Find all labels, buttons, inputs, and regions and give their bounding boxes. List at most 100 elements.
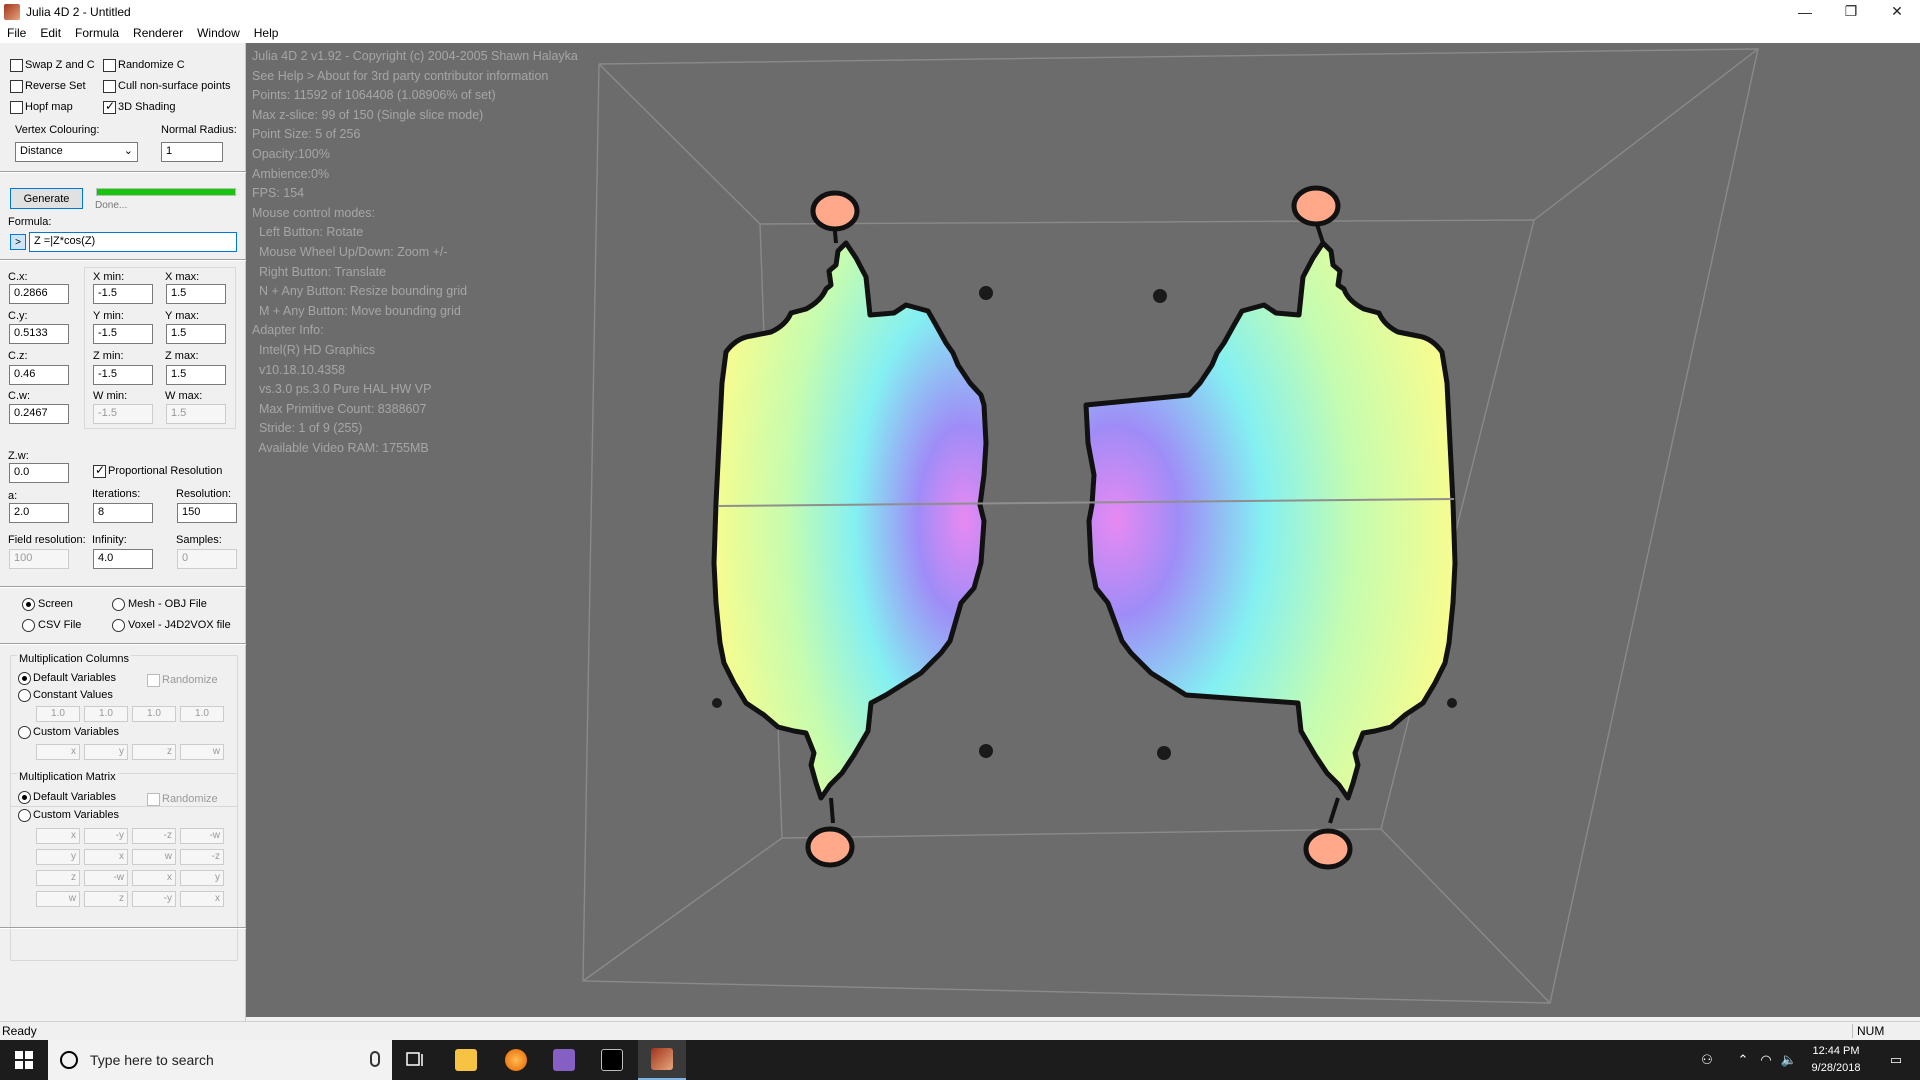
windows-logo-icon	[15, 1051, 33, 1069]
columns-constant-radio[interactable]	[18, 689, 31, 702]
menu-edit[interactable]: Edit	[33, 26, 68, 40]
normal-radius-label: Normal Radius:	[161, 124, 237, 136]
columns-randomize-label: Randomize	[162, 674, 218, 686]
wmax-label: W max:	[165, 390, 203, 402]
output-screen-radio[interactable]	[22, 598, 35, 611]
shading-3d-checkbox[interactable]	[103, 99, 116, 114]
a-input[interactable]: 2.0	[9, 503, 69, 523]
columns-default-radio[interactable]	[18, 672, 31, 685]
hopf-map-checkbox[interactable]	[10, 101, 23, 114]
restore-button[interactable]: ❐	[1828, 0, 1874, 23]
menu-window[interactable]: Window	[190, 26, 247, 40]
taskbar-file-explorer[interactable]	[442, 1040, 490, 1080]
matrix-cell: y	[180, 870, 224, 886]
columns-custom-radio[interactable]	[18, 726, 31, 739]
swap-z-c-label: Swap Z and C	[25, 59, 95, 71]
output-voxel-radio[interactable]	[112, 619, 125, 632]
resolution-input[interactable]: 150	[177, 503, 237, 523]
iterations-input[interactable]: 8	[93, 503, 153, 523]
notifications-icon[interactable]: ▭	[1876, 1040, 1916, 1080]
taskbar-julia4d[interactable]	[638, 1040, 686, 1080]
matrix-custom-label: Custom Variables	[33, 809, 119, 821]
divider	[0, 259, 246, 261]
xmin-input[interactable]: -1.5	[93, 284, 153, 304]
overlay-line: FPS: 154	[252, 186, 305, 201]
randomize-c-checkbox[interactable]	[103, 59, 116, 72]
zmin-input[interactable]: -1.5	[93, 365, 153, 385]
taskbar-visual-studio[interactable]	[540, 1040, 588, 1080]
taskbar-terminal[interactable]	[588, 1040, 636, 1080]
taskbar-search-box[interactable]: Type here to search	[48, 1040, 392, 1080]
proportional-resolution-checkbox[interactable]	[93, 463, 106, 478]
ymax-label: Y max:	[165, 310, 200, 322]
infinity-label: Infinity:	[92, 534, 127, 546]
menu-file[interactable]: File	[0, 26, 33, 40]
cz-label: C.z:	[8, 350, 28, 362]
matrix-cell: w	[132, 849, 176, 865]
render-viewport[interactable]: Julia 4D 2 v1.92 - Copyright (c) 2004-20…	[246, 43, 1920, 1017]
columns-default-label: Default Variables	[33, 672, 116, 684]
status-text: Ready	[2, 1024, 37, 1038]
iterations-label: Iterations:	[92, 488, 141, 500]
output-mesh-radio[interactable]	[112, 598, 125, 611]
formula-input[interactable]: Z =|Z*cos(Z)	[29, 232, 237, 252]
columns-constant-label: Constant Values	[33, 689, 113, 701]
cy-input[interactable]: 0.5133	[9, 324, 69, 344]
clock[interactable]: 12:44 PM 9/28/2018	[1800, 1043, 1872, 1077]
matrix-cell: z	[36, 870, 80, 886]
output-csv-radio[interactable]	[22, 619, 35, 632]
generate-button[interactable]: Generate	[10, 188, 83, 209]
xmax-input[interactable]: 1.5	[166, 284, 226, 304]
vertex-colouring-select[interactable]: Distance ⌄	[15, 142, 138, 162]
julia4d-app-icon	[651, 1048, 673, 1070]
columns-randomize-checkbox	[147, 674, 160, 687]
reverse-set-checkbox[interactable]	[10, 80, 23, 93]
matrix-default-radio[interactable]	[18, 791, 31, 804]
overlay-line: Adapter Info:	[252, 323, 324, 338]
matrix-custom-radio[interactable]	[18, 809, 31, 822]
cw-input[interactable]: 0.2467	[9, 404, 69, 424]
cz-input[interactable]: 0.46	[9, 365, 69, 385]
terminal-icon	[601, 1049, 623, 1071]
volume-icon[interactable]: 🔈	[1778, 1040, 1800, 1080]
infinity-input[interactable]: 4.0	[93, 549, 153, 569]
reverse-set-label: Reverse Set	[25, 80, 86, 92]
matrix-cell: x	[36, 828, 80, 844]
network-icon[interactable]: ◠	[1755, 1040, 1777, 1080]
minimize-button[interactable]: —	[1782, 0, 1828, 23]
overlay-line: Left Button: Rotate	[252, 225, 364, 240]
start-button[interactable]	[0, 1040, 48, 1080]
xmax-label: X max:	[165, 271, 200, 283]
chevron-up-icon[interactable]: ⌃	[1733, 1040, 1753, 1080]
normal-radius-input[interactable]: 1	[161, 142, 223, 162]
swap-z-c-checkbox[interactable]	[10, 59, 23, 72]
task-view-button[interactable]	[392, 1040, 440, 1080]
overlay-line: Ambience:0%	[252, 166, 330, 181]
ymin-input[interactable]: -1.5	[93, 324, 153, 344]
zw-input[interactable]: 0.0	[9, 463, 69, 483]
overlay-line: Intel(R) HD Graphics	[252, 342, 375, 357]
zmax-input[interactable]: 1.5	[166, 365, 226, 385]
status-bar: Ready NUM	[0, 1021, 1920, 1040]
overlay-line: Available Video RAM: 1755MB	[252, 440, 429, 455]
output-csv-label: CSV File	[38, 619, 82, 631]
vertex-colouring-label: Vertex Colouring:	[15, 124, 100, 136]
columns-constant-4: 1.0	[180, 706, 224, 722]
people-icon[interactable]: ⚇	[1693, 1040, 1721, 1080]
matrix-cell: -w	[180, 828, 224, 844]
columns-custom-label: Custom Variables	[33, 726, 119, 738]
menu-help[interactable]: Help	[247, 26, 286, 40]
microphone-icon[interactable]	[370, 1051, 380, 1067]
cx-input[interactable]: 0.2866	[9, 284, 69, 304]
menu-formula[interactable]: Formula	[68, 26, 126, 40]
ymax-input[interactable]: 1.5	[166, 324, 226, 344]
menu-bar: File Edit Formula Renderer Window Help	[0, 23, 1920, 43]
taskbar-firefox[interactable]	[492, 1040, 540, 1080]
overlay-line: Max Primitive Count: 8388607	[252, 401, 427, 416]
menu-renderer[interactable]: Renderer	[126, 26, 190, 40]
formula-toggle-button[interactable]: >	[10, 234, 26, 250]
cull-nonsurface-checkbox[interactable]	[103, 80, 116, 93]
close-button[interactable]: ✕	[1874, 0, 1920, 23]
divider	[0, 586, 246, 588]
matrix-cell: y	[36, 849, 80, 865]
